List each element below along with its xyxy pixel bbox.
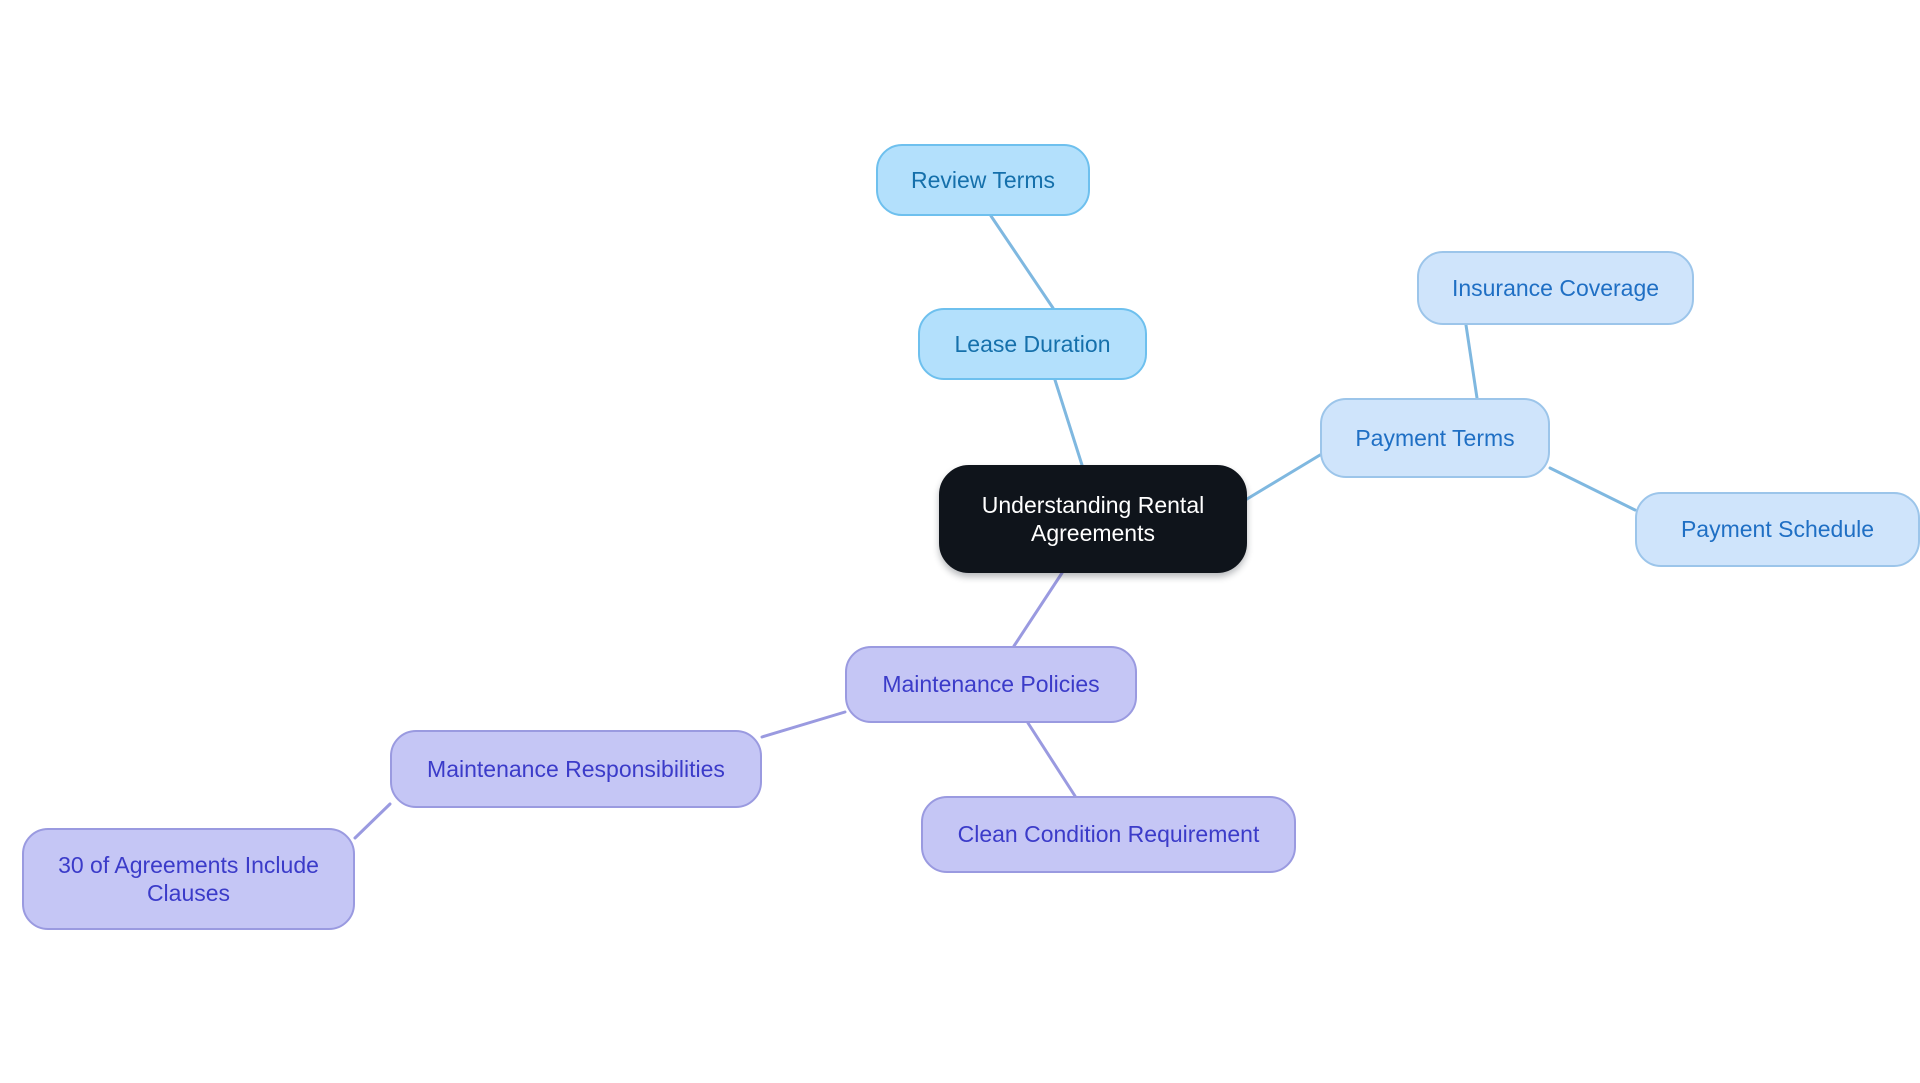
edge-insurance-coverage-to-payment-terms: [1464, 323, 1479, 400]
mindmap-node-clean-condition-requirement[interactable]: Clean Condition Requirement: [921, 796, 1296, 873]
edge-maintenance-responsibilities-to-agreements-include-clauses: [353, 802, 392, 840]
mindmap-node-maintenance-policies[interactable]: Maintenance Policies: [845, 646, 1137, 723]
mindmap-node-review-terms[interactable]: Review Terms: [876, 144, 1090, 216]
mindmap-canvas: Understanding Rental Agreements Review Te…: [0, 0, 1920, 1083]
edge-maintenance-policies-to-clean-condition-requirement: [1026, 721, 1077, 798]
edge-root-to-payment-terms: [1245, 453, 1322, 501]
edge-payment-terms-to-payment-schedule: [1548, 466, 1637, 512]
mindmap-node-payment-terms[interactable]: Payment Terms: [1320, 398, 1550, 478]
mindmap-node-lease-duration[interactable]: Lease Duration: [918, 308, 1147, 380]
mindmap-node-agreements-include-clauses[interactable]: 30 of Agreements Include Clauses: [22, 828, 355, 930]
mindmap-node-insurance-coverage[interactable]: Insurance Coverage: [1417, 251, 1694, 325]
edge-maintenance-policies-to-maintenance-responsibilities: [760, 710, 847, 739]
mindmap-node-root[interactable]: Understanding Rental Agreements: [939, 465, 1247, 573]
mindmap-node-maintenance-responsibilities[interactable]: Maintenance Responsibilities: [390, 730, 762, 808]
edge-lease-duration-to-root: [1053, 378, 1084, 467]
mindmap-node-payment-schedule[interactable]: Payment Schedule: [1635, 492, 1920, 567]
edge-root-to-maintenance-policies: [1012, 571, 1064, 648]
edge-review-terms-to-lease-duration: [989, 214, 1055, 310]
